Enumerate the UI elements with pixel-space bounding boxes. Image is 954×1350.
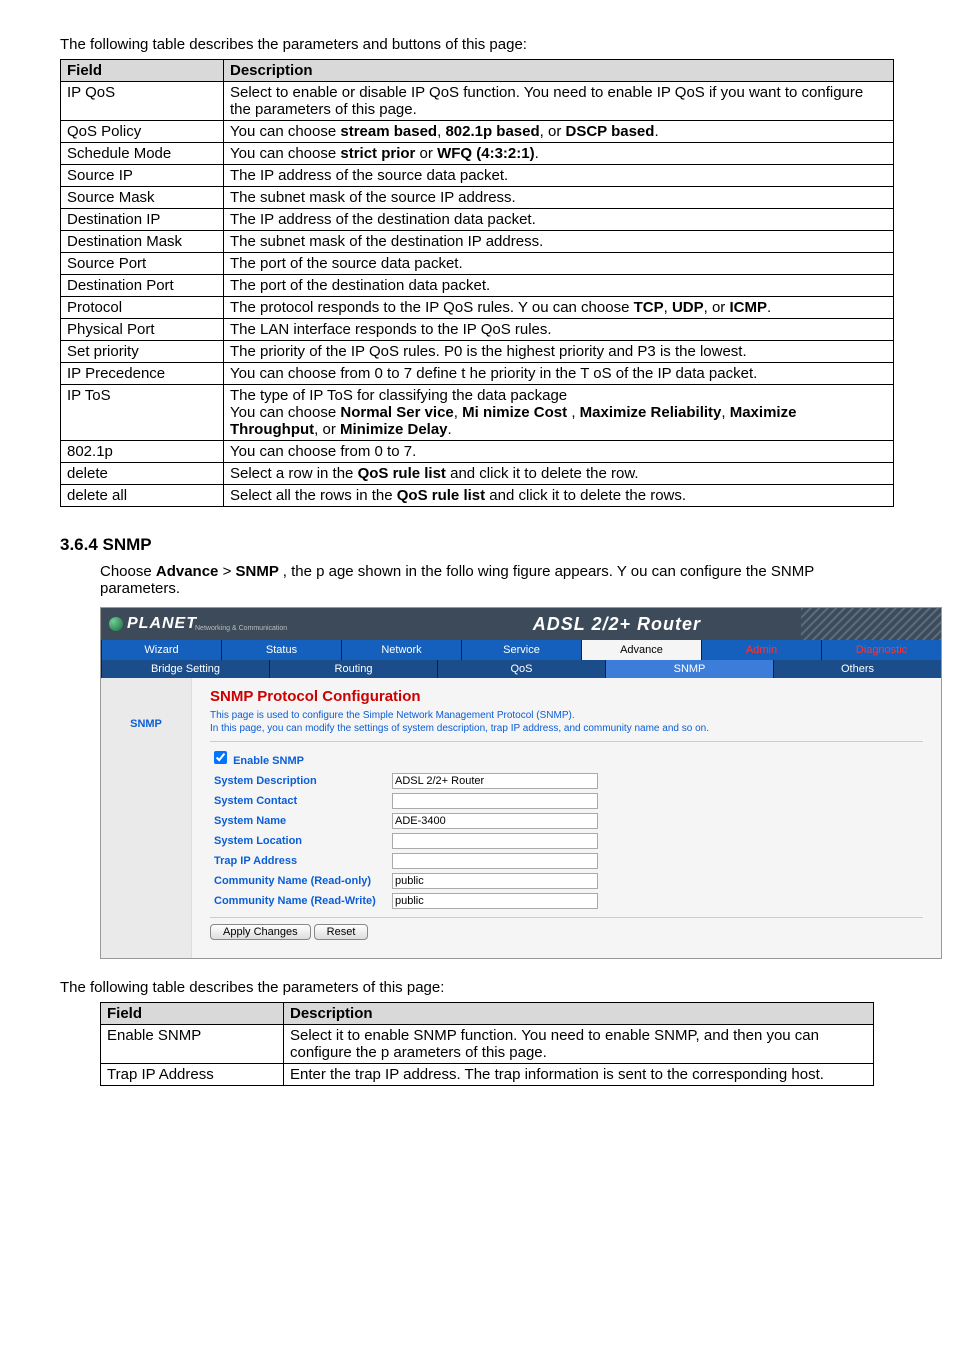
side-label: SNMP (101, 678, 192, 958)
subtab-routing[interactable]: Routing (269, 660, 437, 678)
tab-advance[interactable]: Advance (581, 640, 701, 660)
tab-network[interactable]: Network (341, 640, 461, 660)
tab-status[interactable]: Status (221, 640, 341, 660)
apply-button[interactable]: Apply Changes (210, 924, 311, 940)
tab-service[interactable]: Service (461, 640, 581, 660)
th-field: Field (61, 60, 224, 82)
logo-icon (109, 617, 123, 631)
th-field-2: Field (101, 1003, 284, 1025)
th-desc-2: Description (284, 1003, 874, 1025)
system-description-field[interactable] (392, 773, 598, 789)
section-paragraph: Choose Advance > SNMP , the p age shown … (100, 563, 894, 597)
config-title: SNMP Protocol Configuration (210, 688, 923, 705)
intro-text-1: The following table describes the parame… (60, 36, 894, 53)
trap-ip-field[interactable] (392, 853, 598, 869)
community-rw-field[interactable] (392, 893, 598, 909)
snmp-table: Field Description Enable SNMPSelect it t… (100, 1002, 874, 1086)
main-tabs: Wizard Status Network Service Advance Ad… (101, 640, 941, 660)
intro-text-2: The following table describes the parame… (60, 979, 894, 996)
tab-admin[interactable]: Admin (701, 640, 821, 660)
router-screenshot: PLANET Networking & Communication ADSL 2… (100, 607, 942, 959)
subtab-bridge[interactable]: Bridge Setting (101, 660, 269, 678)
subtab-qos[interactable]: QoS (437, 660, 605, 678)
config-desc: This page is used to configure the Simpl… (210, 709, 923, 735)
th-desc: Description (224, 60, 894, 82)
reset-button[interactable]: Reset (314, 924, 369, 940)
community-ro-field[interactable] (392, 873, 598, 889)
qos-table: Field Description IP QoSSelect to enable… (60, 59, 894, 507)
subtab-others[interactable]: Others (773, 660, 941, 678)
system-name-field[interactable] (392, 813, 598, 829)
enable-snmp-label: Enable SNMP (233, 755, 304, 767)
subtab-snmp[interactable]: SNMP (605, 660, 773, 678)
tab-diagnostic[interactable]: Diagnostic (821, 640, 941, 660)
sub-tabs: Bridge Setting Routing QoS SNMP Others (101, 660, 941, 678)
enable-snmp-checkbox[interactable] (214, 751, 227, 764)
header-hatch (801, 608, 941, 640)
section-heading: 3.6.4 SNMP (60, 535, 894, 555)
tab-wizard[interactable]: Wizard (101, 640, 221, 660)
system-contact-field[interactable] (392, 793, 598, 809)
logo: PLANET Networking & Communication (101, 613, 297, 635)
system-location-field[interactable] (392, 833, 598, 849)
